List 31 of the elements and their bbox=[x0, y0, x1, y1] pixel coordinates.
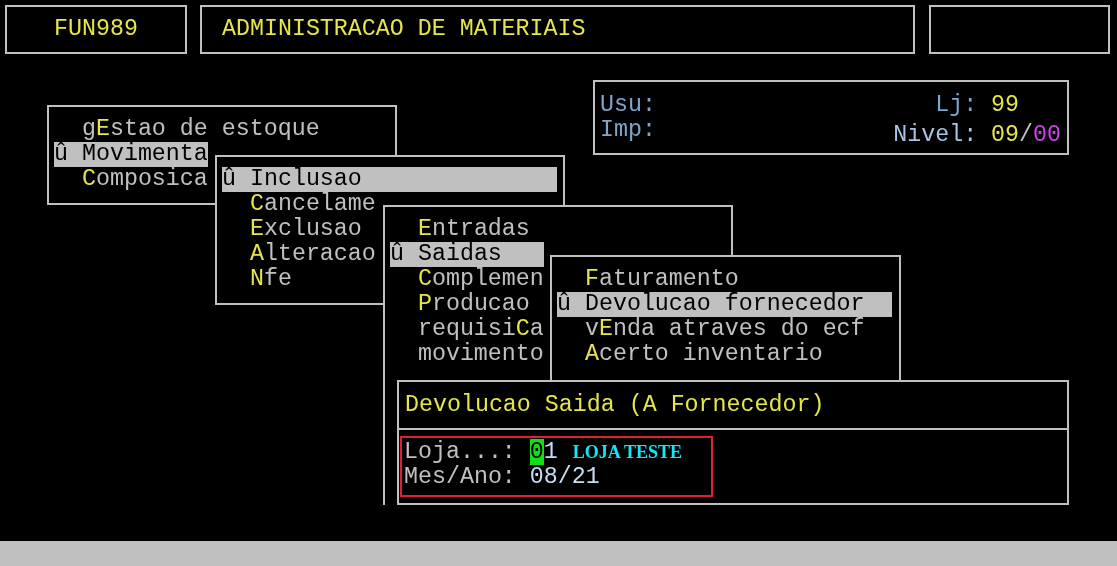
menu-item[interactable]: û Devolucao fornecedor bbox=[557, 292, 892, 317]
printer-label: Imp: bbox=[600, 118, 656, 143]
menu-item[interactable]: Alteracao bbox=[222, 242, 376, 267]
menu-item[interactable]: Faturamento bbox=[557, 267, 739, 292]
dialog-title: Devolucao Saida (A Fornecedor) bbox=[405, 392, 825, 418]
screen-title: ADMINISTRACAO DE MATERIAIS bbox=[222, 17, 586, 42]
menu-item[interactable]: requisiCa bbox=[390, 317, 544, 342]
field-label: Loja...: bbox=[404, 440, 517, 465]
menu-item[interactable]: Producao bbox=[390, 292, 530, 317]
program-code: FUN989 bbox=[54, 17, 138, 42]
user-label: Usu: bbox=[600, 93, 656, 118]
menu-item[interactable]: Nfe bbox=[222, 267, 292, 292]
menu-item[interactable]: Acerto inventario bbox=[557, 342, 823, 367]
store-value: 99 bbox=[991, 93, 1020, 120]
menu-item[interactable]: movimento bbox=[390, 342, 544, 367]
field-value[interactable]: 08/21 bbox=[529, 465, 600, 490]
menu-item[interactable]: Complemen bbox=[390, 267, 544, 292]
menu-item[interactable]: Entradas bbox=[390, 217, 530, 242]
menu-item[interactable]: gEstao de estoque bbox=[54, 117, 320, 142]
level-value: 09/00 bbox=[991, 123, 1062, 150]
menu-item[interactable]: û Movimenta bbox=[54, 142, 208, 167]
menu-item[interactable]: û Inclusao bbox=[222, 167, 557, 192]
menu-item[interactable]: û Saidas bbox=[390, 242, 544, 267]
field-label: Mes/Ano: bbox=[404, 465, 517, 490]
level-label: Nivel: bbox=[893, 123, 978, 150]
menu-item[interactable]: Cancelame bbox=[222, 192, 376, 217]
menu-item[interactable]: Exclusao bbox=[222, 217, 362, 242]
store-label: Lj: bbox=[935, 93, 978, 120]
store-name: LOJA TESTE bbox=[572, 441, 682, 464]
menu-item[interactable]: vEnda atraves do ecf bbox=[557, 317, 865, 342]
menu-item[interactable]: Composica bbox=[54, 167, 208, 192]
